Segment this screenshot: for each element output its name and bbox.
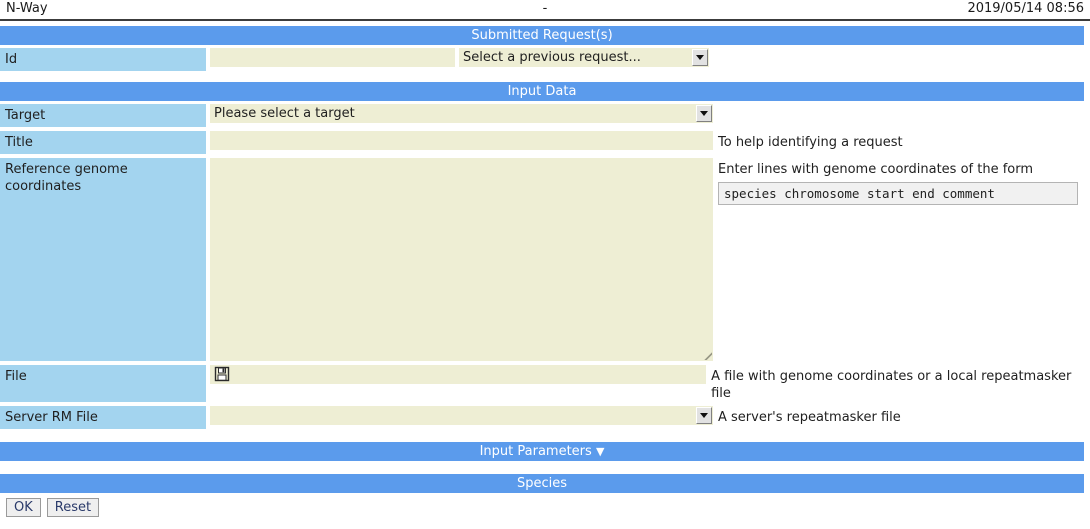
- section-header-input-data: Input Data: [0, 82, 1084, 101]
- coordinates-help-block: Enter lines with genome coordinates of t…: [713, 158, 1078, 361]
- section-header-submitted-requests: Submitted Request(s): [0, 26, 1084, 45]
- id-field-cell: [210, 48, 455, 71]
- previous-request-selected-label: Select a previous request...: [463, 50, 641, 65]
- row-file: File A file with genome coordinates or a…: [0, 365, 1090, 402]
- label-server-rm-file: Server RM File: [0, 406, 206, 429]
- id-input[interactable]: [210, 48, 455, 67]
- label-title: Title: [0, 131, 206, 154]
- reset-button[interactable]: Reset: [46, 498, 100, 517]
- title-bar-center-text: -: [542, 1, 548, 16]
- title-help-text: To help identifying a request: [718, 135, 903, 150]
- label-reference-genome-coordinates: Reference genome coordinates: [0, 158, 206, 361]
- row-title: Title To help identifying a request: [0, 131, 1090, 154]
- form-action-buttons: OK Reset: [0, 493, 1090, 517]
- target-selected-label: Please select a target: [214, 106, 355, 121]
- chevron-down-icon[interactable]: ▼: [596, 445, 604, 458]
- row-reference-genome-coordinates: Reference genome coordinates Enter lines…: [0, 158, 1090, 361]
- title-input[interactable]: [210, 131, 713, 150]
- section-header-species[interactable]: Species: [0, 474, 1084, 493]
- chevron-down-icon[interactable]: [692, 49, 708, 66]
- coordinates-format-example: species chromosome start end comment: [718, 182, 1078, 205]
- title-field-cell: [210, 131, 713, 154]
- server-rm-file-help-text: A server's repeatmasker file: [718, 410, 901, 425]
- coordinates-help-text: Enter lines with genome coordinates of t…: [718, 162, 1034, 177]
- target-select[interactable]: Please select a target: [210, 104, 713, 123]
- file-upload-cell[interactable]: [210, 365, 707, 384]
- row-server-rm-file: Server RM File A server's repeatmasker f…: [0, 406, 1090, 429]
- chevron-down-icon[interactable]: [696, 407, 712, 424]
- file-help-text: A file with genome coordinates or a loca…: [711, 369, 1072, 401]
- server-rm-file-select[interactable]: [210, 406, 713, 425]
- window-title-bar: N-Way - 2019/05/14 08:56: [0, 0, 1090, 21]
- input-parameters-label: Input Parameters: [479, 444, 592, 459]
- label-target: Target: [0, 104, 206, 127]
- current-datetime: 2019/05/14 08:56: [967, 1, 1084, 16]
- coordinates-textarea-wrap: [210, 158, 713, 361]
- floppy-disk-icon[interactable]: [214, 366, 230, 382]
- reference-genome-coordinates-textarea[interactable]: [210, 158, 713, 361]
- section-header-input-parameters[interactable]: Input Parameters ▼: [0, 442, 1084, 461]
- label-file: File: [0, 365, 206, 402]
- ok-button[interactable]: OK: [6, 498, 41, 517]
- chevron-down-icon[interactable]: [696, 105, 712, 122]
- previous-request-select[interactable]: Select a previous request...: [459, 48, 709, 67]
- row-id: Id Select a previous request...: [0, 48, 1090, 71]
- row-target: Target Please select a target: [0, 104, 1090, 127]
- label-id: Id: [0, 48, 206, 71]
